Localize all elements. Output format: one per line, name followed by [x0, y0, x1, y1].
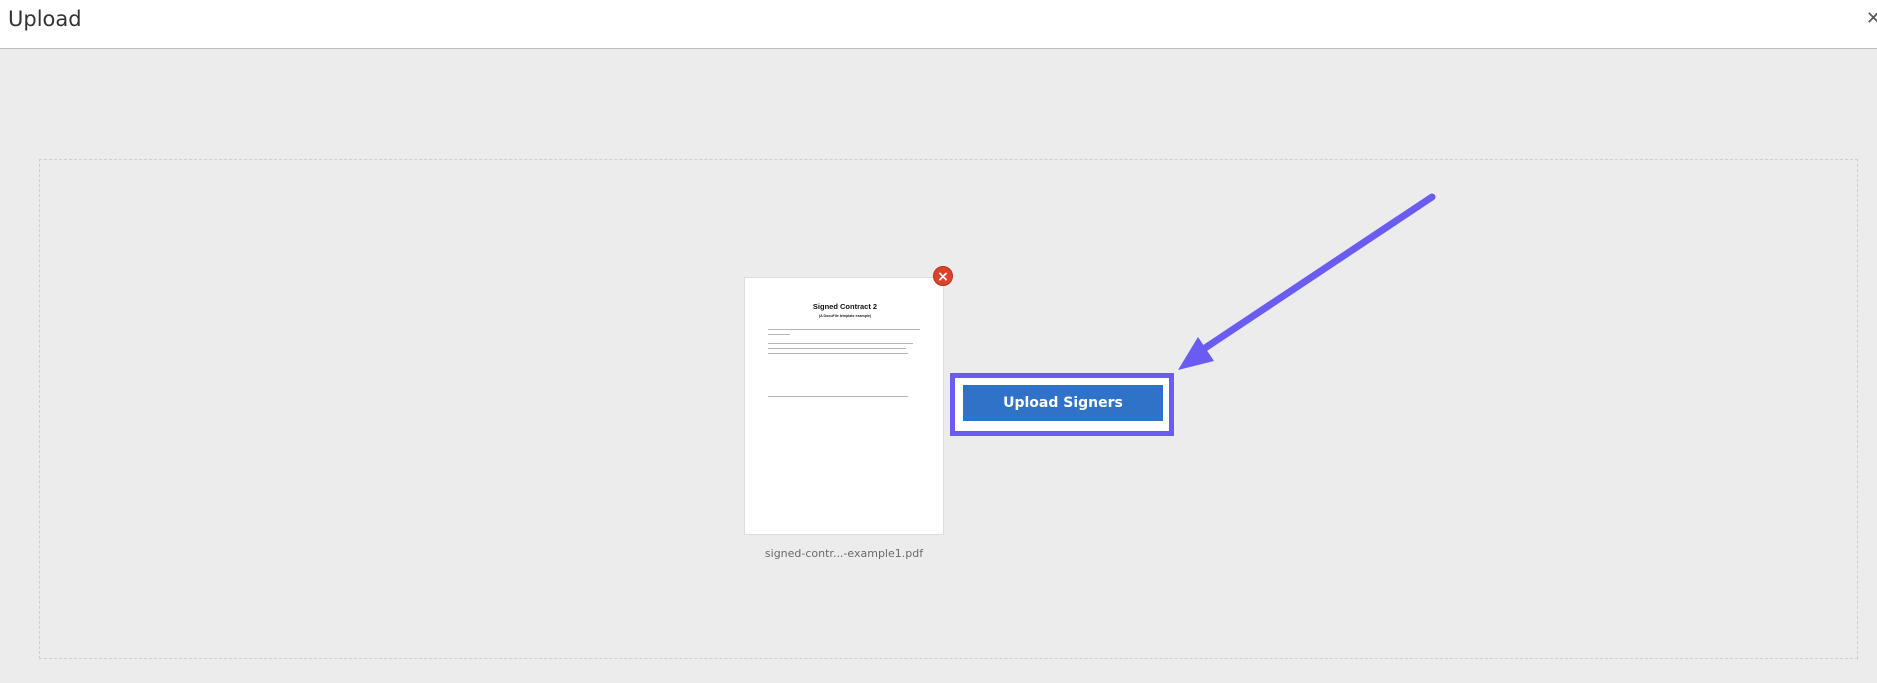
preview-line: [768, 343, 913, 344]
preview-line: [768, 348, 906, 349]
upload-dropzone[interactable]: [39, 159, 1858, 659]
page-title: Upload: [8, 7, 82, 31]
preview-subtitle: (A DocuFile template example): [818, 314, 872, 318]
preview-line: [768, 353, 908, 354]
header: Upload ✕: [0, 0, 1877, 49]
preview-line: [768, 329, 920, 330]
upload-signers-button[interactable]: Upload Signers: [963, 385, 1163, 421]
preview-signature-line: [768, 396, 908, 397]
file-preview-card: Signed Contract 2 (A DocuFile template e…: [744, 277, 944, 535]
remove-file-icon[interactable]: ×: [933, 266, 953, 286]
preview-title: Signed Contract 2: [812, 302, 878, 311]
close-icon[interactable]: ✕: [1866, 8, 1877, 29]
preview-line: [768, 334, 790, 335]
file-name: signed-contr...-example1.pdf: [764, 547, 924, 560]
